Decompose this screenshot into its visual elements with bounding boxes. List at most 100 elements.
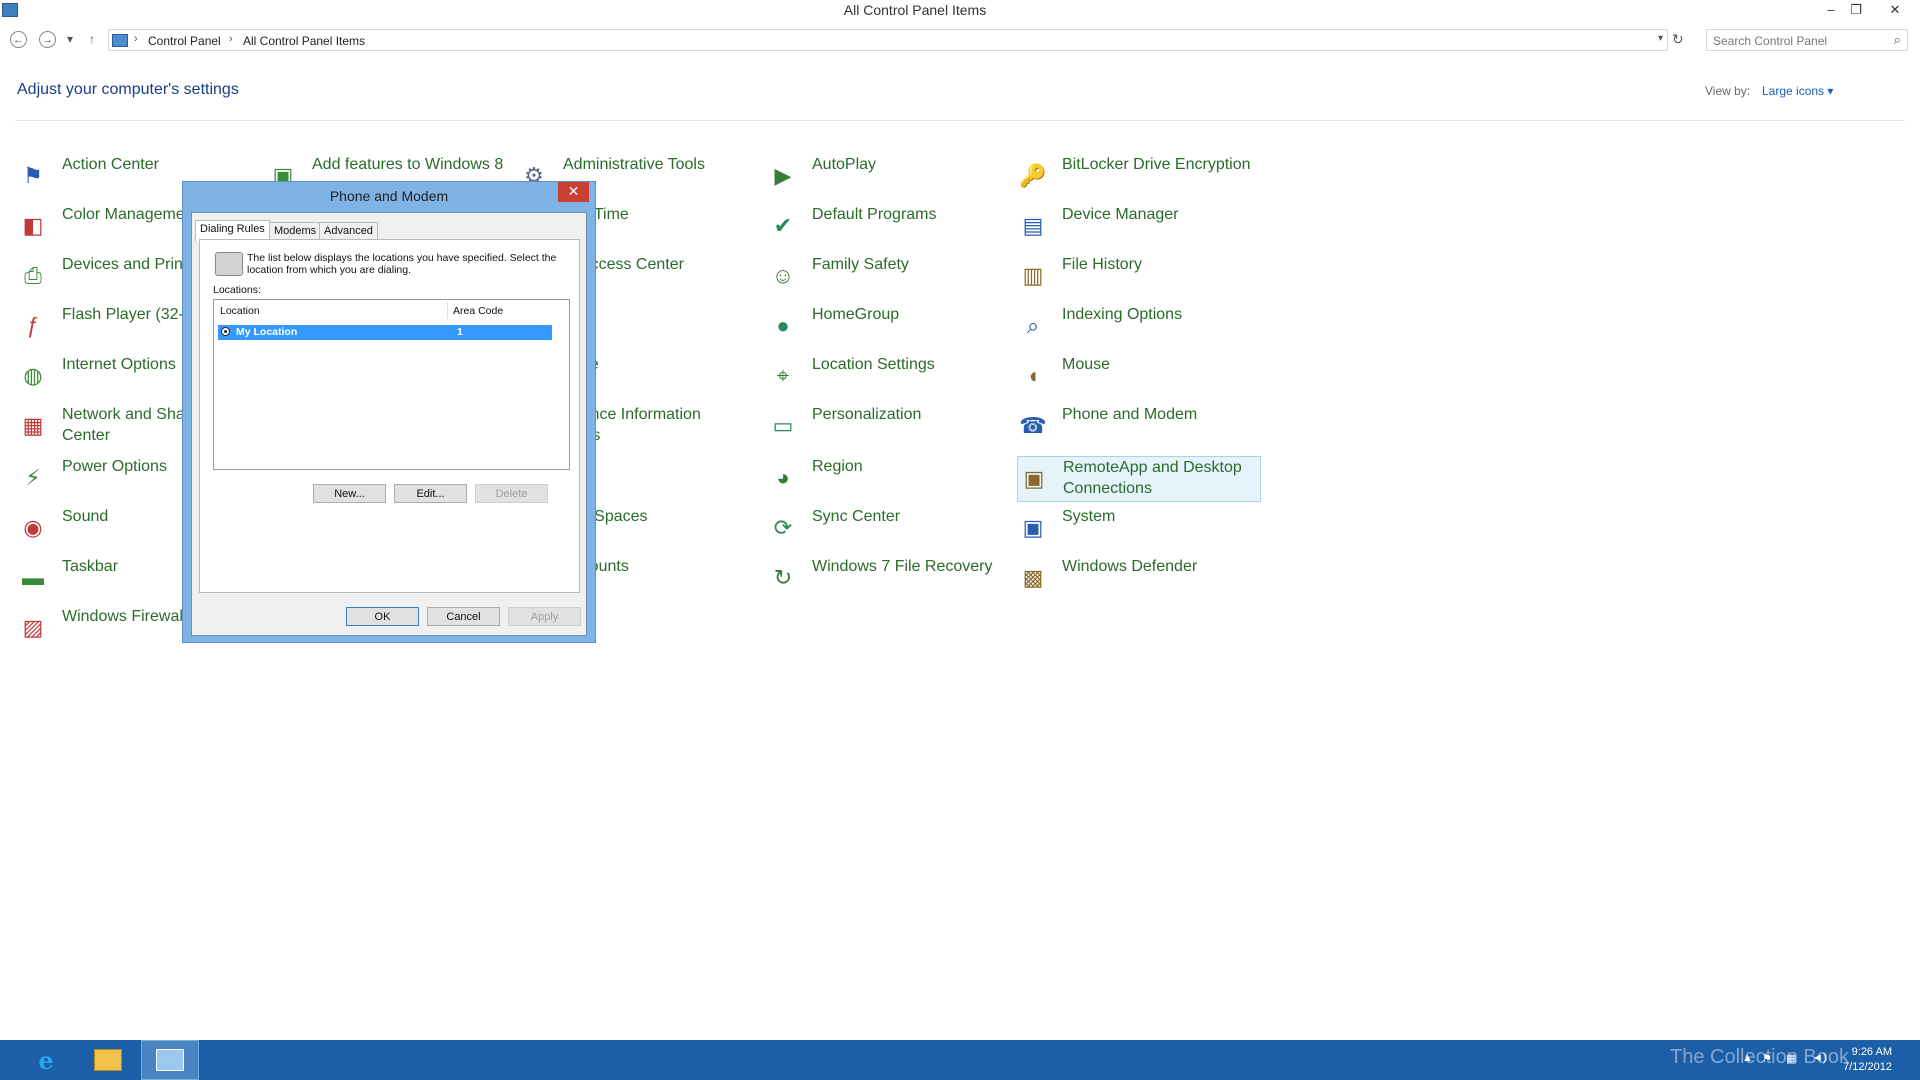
locations-list[interactable]: Location Area Code My Location 1 [213,299,570,470]
network-icon: ▦ [22,413,44,438]
control-panel-item[interactable]: ▭ Personalization [767,404,999,448]
control-panel-item[interactable]: ▣ RemoteApp and Desktop Connections [1017,456,1261,502]
address-bar[interactable]: › Control Panel › All Control Panel Item… [108,29,1668,51]
control-panel-item[interactable]: ▤ Device Manager [1017,204,1259,248]
chevron-right-icon[interactable]: › [229,33,233,45]
view-by-dropdown[interactable]: Large icons ▾ [1762,84,1833,98]
control-panel-item[interactable]: ☎ Phone and Modem [1017,404,1259,448]
breadcrumb-control-panel[interactable]: Control Panel [148,34,221,48]
item-label: File History [1062,256,1143,273]
minimize-button[interactable]: – [1818,0,1844,20]
location-icon: ⌖ [776,363,790,388]
family-safety-icon: ☺ [771,263,795,288]
control-panel-item[interactable]: ▣ System [1017,506,1259,550]
navigation-bar: ← → ▾ ↑ › Control Panel › All Control Pa… [0,28,1920,52]
internet-options-icon: ◍ [23,363,43,388]
item-label: Sound [62,508,109,525]
up-button[interactable]: ↑ [89,32,95,46]
back-button[interactable]: ← [10,31,27,48]
devices-printers-icon: ⎙ [24,263,42,288]
indexing-icon: ⌕ [1026,313,1040,338]
chevron-right-icon[interactable]: › [134,33,138,45]
location-name: My Location [236,326,298,338]
location-area-code: 1 [457,326,463,338]
location-radio[interactable] [221,327,230,336]
address-dropdown-icon[interactable]: ▾ [1658,33,1663,44]
search-icon[interactable]: ⌕ [1894,32,1901,48]
control-panel-item[interactable]: ◖ Mouse [1017,354,1259,398]
region-icon: ◕ [776,465,790,490]
ok-button[interactable]: OK [346,607,419,626]
dialog-close-button[interactable]: ✕ [558,182,589,202]
file-explorer-icon[interactable] [80,1040,136,1080]
cancel-button[interactable]: Cancel [427,607,500,626]
item-label: Location Settings [812,356,935,373]
forward-button[interactable]: → [39,31,56,48]
new-button[interactable]: New... [313,484,386,503]
firewall-icon: ▨ [22,615,44,640]
item-label: Network and Sha Center [62,406,185,444]
dialog-body: Dialing Rules Modems Advanced The list b… [191,212,587,636]
item-label: HomeGroup [812,306,900,323]
locations-label: Locations: [213,284,261,296]
refresh-icon[interactable]: ↻ [1672,31,1684,48]
phone-icon [215,252,243,276]
control-panel-item[interactable]: 🔑 BitLocker Drive Encryption [1017,154,1259,198]
color-management-icon: ◧ [22,213,44,238]
file-history-icon: ▥ [1022,263,1044,288]
column-header-location[interactable]: Location [220,305,260,317]
item-label: Indexing Options [1062,306,1183,323]
breadcrumb-all-items[interactable]: All Control Panel Items [243,34,365,48]
item-label: System [1062,508,1116,525]
item-label: Windows Firewal [62,608,183,625]
item-label: Personalization [812,406,922,423]
taskbar-icon: ▬ [22,565,44,590]
column-divider [447,302,448,319]
control-panel-item[interactable]: ◕ Region [767,456,999,500]
item-label: Family Safety [812,256,909,273]
view-by-label: View by: [1705,84,1751,98]
item-label: Region [812,458,863,475]
control-panel-item[interactable]: ▶ AutoPlay [767,154,999,198]
item-label: Internet Options [62,356,176,373]
divider [15,120,1905,121]
location-row[interactable]: My Location 1 [218,325,552,340]
mouse-icon: ◖ [1026,363,1040,388]
control-panel-item[interactable]: ▩ Windows Defender [1017,556,1259,600]
apply-button[interactable]: Apply [508,607,581,626]
item-label: Windows 7 File Recovery [812,558,993,575]
column-header-area-code[interactable]: Area Code [453,305,503,317]
control-panel-item[interactable]: ● HomeGroup [767,304,999,348]
control-panel-item[interactable]: ✔ Default Programs [767,204,999,248]
control-panel-item[interactable]: ⌖ Location Settings [767,354,999,398]
item-label: Flash Player (32-b [62,306,193,323]
internet-explorer-icon[interactable]: e [18,1040,74,1080]
control-panel-item[interactable]: ⟳ Sync Center [767,506,999,550]
search-box[interactable]: Search Control Panel ⌕ [1706,29,1908,51]
info-text: The list below displays the locations yo… [247,252,557,276]
control-panel-icon[interactable] [141,1040,199,1080]
item-label: Windows Defender [1062,558,1198,575]
dialog-title: Phone and Modem [329,188,449,204]
power-options-icon: ⚡ [25,465,41,490]
close-button[interactable]: ✕ [1882,0,1908,20]
title-bar: All Control Panel Items – ❐ ✕ [0,0,1920,22]
control-panel-item[interactable]: ↻ Windows 7 File Recovery [767,556,999,600]
control-panel-item[interactable]: ▥ File History [1017,254,1259,298]
item-label: Color Manageme [62,206,185,223]
item-label: Taskbar [62,558,119,575]
control-panel-item[interactable]: ⌕ Indexing Options [1017,304,1259,348]
control-panel-item[interactable]: ☺ Family Safety [767,254,999,298]
item-label: Add features to Windows 8 [312,156,504,173]
delete-button[interactable]: Delete [475,484,548,503]
search-input[interactable]: Search Control Panel [1713,34,1827,48]
bitlocker-icon: 🔑 [1019,163,1047,188]
item-label: RemoteApp and Desktop Connections [1063,459,1242,497]
autoplay-icon: ▶ [774,163,792,188]
defender-icon: ▩ [1022,565,1044,590]
edit-button[interactable]: Edit... [394,484,467,503]
restore-button[interactable]: ❐ [1843,0,1869,20]
item-label: Administrative Tools [563,156,705,173]
personalization-icon: ▭ [772,413,794,438]
recent-locations-chevron-icon[interactable]: ▾ [67,32,73,46]
